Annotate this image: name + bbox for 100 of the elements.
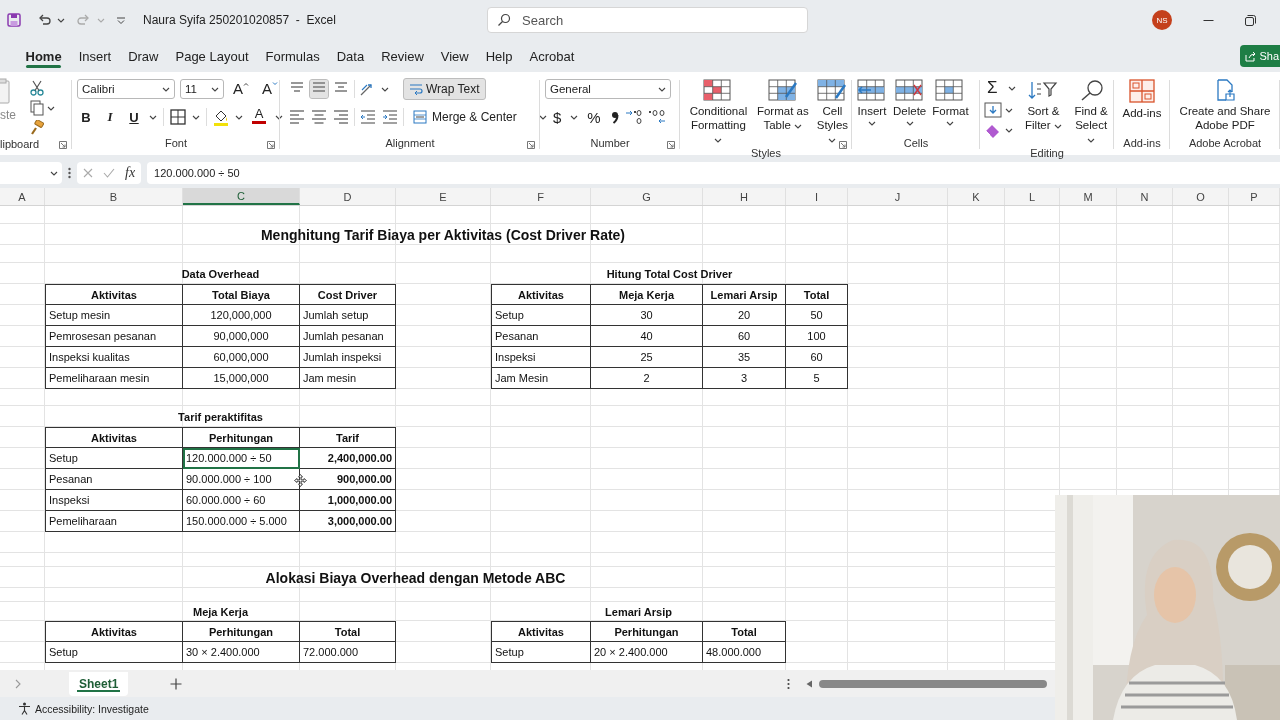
caret-icon[interactable] (905, 121, 914, 126)
table-cell[interactable]: 15,000,000 (183, 368, 300, 389)
table-cell[interactable]: 3,000,000.00 (300, 511, 396, 532)
save-icon[interactable] (7, 13, 21, 27)
table-cell[interactable]: Jumlah inspeksi (300, 347, 396, 368)
dialog-launcher-icon[interactable] (839, 141, 847, 149)
cell-styles-button[interactable]: Cell Styles (812, 78, 852, 147)
caret-icon[interactable] (57, 17, 65, 23)
caret-icon[interactable] (538, 114, 547, 120)
table-cell[interactable]: 60.000.000 ÷ 60 (183, 490, 300, 511)
column-letter[interactable]: C (183, 188, 300, 205)
decrease-font-size-button[interactable]: A (258, 78, 283, 100)
table-cell[interactable]: 150.000.000 ÷ 5.000 (183, 511, 300, 532)
caret-icon[interactable] (381, 86, 389, 92)
table-cell[interactable]: Jumlah pesanan (300, 326, 396, 347)
delete-button[interactable]: Delete (891, 78, 929, 127)
column-letter[interactable]: A (0, 188, 45, 205)
decrease-decimal-icon[interactable] (647, 109, 666, 125)
bold-button[interactable]: B (77, 106, 95, 128)
table-cell[interactable]: Inspeksi (45, 490, 183, 511)
table-cell[interactable]: 120.000.000 ÷ 50 (183, 448, 300, 469)
accessibility-icon[interactable] (18, 702, 31, 715)
table-cell[interactable]: 2,400,000.00 (300, 448, 396, 469)
table-cell[interactable]: 60 (786, 347, 848, 368)
caret-icon[interactable] (275, 114, 283, 120)
table-cell[interactable]: Setup (491, 642, 591, 663)
align-right-icon[interactable] (332, 108, 350, 126)
table-cell[interactable]: 3 (703, 368, 786, 389)
find-select-button[interactable]: Find & Select (1068, 78, 1114, 147)
table-cell[interactable]: 35 (703, 347, 786, 368)
ribbon-tab[interactable]: Acrobat (521, 42, 583, 70)
ribbon-tab[interactable]: Data (328, 42, 373, 70)
table-cell[interactable]: 100 (786, 326, 848, 347)
column-letter[interactable]: E (396, 188, 491, 205)
table-cell[interactable]: 20 × 2.400.000 (591, 642, 703, 663)
column-letter[interactable]: L (1005, 188, 1060, 205)
number-format-field[interactable]: General (545, 79, 671, 99)
increase-indent-icon[interactable] (381, 108, 399, 126)
caret-icon[interactable] (794, 124, 803, 129)
caret-icon[interactable] (211, 86, 219, 92)
conditional-formatting-button[interactable]: Conditional Formatting (684, 78, 753, 147)
check-icon[interactable] (103, 168, 115, 178)
caret-icon[interactable] (658, 86, 666, 92)
ribbon-tab[interactable]: View (432, 42, 478, 70)
dialog-launcher-icon[interactable] (527, 141, 535, 149)
caret-icon[interactable] (192, 114, 200, 120)
ribbon-tab[interactable]: Insert (70, 42, 120, 70)
table-cell[interactable]: Pesanan (45, 469, 183, 490)
create-pdf-button[interactable]: Create and Share Adobe PDF (1173, 78, 1277, 133)
comma-style-icon[interactable] (609, 110, 620, 124)
dialog-launcher-icon[interactable] (267, 141, 275, 149)
table-cell[interactable]: 900,000.00 (300, 469, 396, 490)
increase-decimal-icon[interactable] (624, 109, 643, 125)
table-cell[interactable]: Inspeksi kualitas (45, 347, 183, 368)
ribbon-tab[interactable]: Draw (119, 42, 167, 70)
caret-icon[interactable] (1005, 127, 1013, 133)
ribbon-tab[interactable]: Page Layout (167, 42, 257, 70)
caret-icon[interactable] (1007, 85, 1016, 91)
insert-function-button[interactable]: fx (125, 165, 136, 181)
column-letter[interactable]: G (591, 188, 703, 205)
table-cell[interactable]: 30 (591, 305, 703, 326)
merge-center-button[interactable]: Merge & Center (408, 106, 552, 128)
column-letter[interactable]: K (948, 188, 1005, 205)
increase-font-size-button[interactable]: A (229, 78, 253, 100)
account-avatar[interactable]: NS (1152, 10, 1172, 30)
dialog-launcher-icon[interactable] (59, 141, 67, 149)
table-cell[interactable]: Jam Mesin (491, 368, 591, 389)
table-cell[interactable]: 120,000,000 (183, 305, 300, 326)
caret-icon[interactable] (570, 114, 579, 120)
table-cell[interactable]: Setup (45, 448, 183, 469)
undo-icon[interactable] (37, 13, 51, 27)
ribbon-tab[interactable]: Help (477, 42, 521, 70)
eraser-icon[interactable] (984, 122, 1002, 138)
table-cell[interactable]: 48.000.000 (703, 642, 786, 663)
column-letter[interactable]: H (703, 188, 786, 205)
formula-field[interactable]: 120.000.000 ÷ 50 (147, 162, 1280, 184)
caret-icon[interactable] (47, 105, 55, 111)
table-cell[interactable]: Pesanan (491, 326, 591, 347)
autosum-button[interactable]: Σ (984, 78, 1019, 98)
accessibility-status[interactable]: Accessibility: Investigate (35, 702, 149, 715)
more-options-icon[interactable] (787, 677, 791, 690)
scrollbar-thumb[interactable] (819, 679, 1048, 688)
caret-icon[interactable] (235, 114, 243, 120)
table-cell[interactable]: Setup (45, 642, 183, 663)
table-cell[interactable]: Inspeksi (491, 347, 591, 368)
ribbon-tab[interactable]: Review (372, 42, 433, 70)
share-button[interactable]: Sha (1240, 45, 1280, 67)
scissors-icon[interactable] (30, 80, 44, 96)
add-ins-button[interactable]: Add-ins (1120, 78, 1164, 121)
format-painter-icon[interactable] (30, 120, 44, 136)
column-letter[interactable]: M (1060, 188, 1117, 205)
ribbon-tab[interactable]: Formulas (257, 42, 329, 70)
caret-icon[interactable] (714, 138, 723, 143)
caret-icon[interactable] (50, 170, 58, 176)
caret-icon[interactable] (946, 121, 955, 126)
wrap-text-button[interactable]: Wrap Text (403, 78, 486, 100)
align-left-icon[interactable] (288, 108, 306, 126)
restore-icon[interactable] (1245, 14, 1256, 26)
percent-button[interactable]: % (583, 106, 605, 128)
clipboard-icon[interactable] (0, 78, 10, 104)
